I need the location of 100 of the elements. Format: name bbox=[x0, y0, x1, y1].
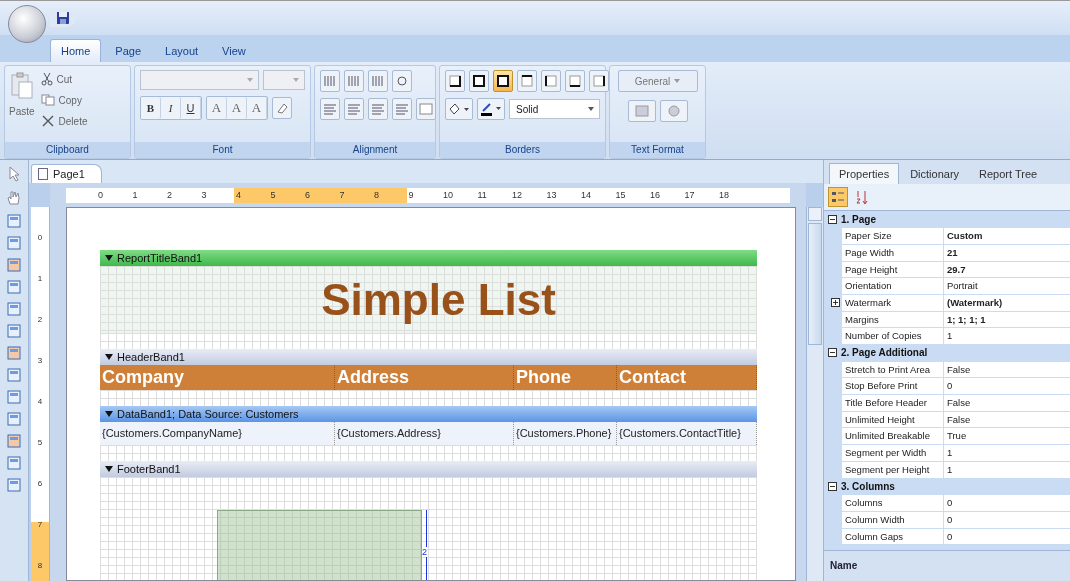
component-icon[interactable] bbox=[7, 324, 21, 338]
format-dropdown[interactable]: General bbox=[617, 70, 698, 92]
delete-button[interactable]: Delete bbox=[40, 112, 88, 130]
component-icon[interactable] bbox=[7, 214, 21, 228]
border-button[interactable] bbox=[541, 70, 561, 92]
font-size-button[interactable]: A bbox=[207, 97, 227, 119]
collapse-icon[interactable] bbox=[828, 481, 837, 491]
band-name: DataBand1; Data Source: Customers bbox=[117, 408, 299, 420]
band-header[interactable]: DataBand1; Data Source: Customers bbox=[100, 406, 757, 422]
align-button[interactable] bbox=[392, 98, 412, 120]
ruler-label: 15 bbox=[615, 190, 626, 200]
border-color-button[interactable] bbox=[477, 98, 505, 120]
border-button[interactable] bbox=[469, 70, 489, 92]
cut-button[interactable]: Cut bbox=[40, 70, 88, 88]
border-button[interactable] bbox=[517, 70, 537, 92]
ruler-label: 2 bbox=[37, 315, 43, 325]
component-icon[interactable] bbox=[7, 478, 21, 492]
ribbon-tab[interactable]: View bbox=[212, 40, 256, 62]
border-icon bbox=[473, 75, 485, 87]
border-button[interactable] bbox=[493, 70, 513, 92]
property-value[interactable]: 0 bbox=[944, 378, 1070, 395]
eraser-icon bbox=[276, 102, 288, 114]
property-value[interactable]: 1 bbox=[944, 445, 1070, 461]
font-name-field[interactable] bbox=[140, 70, 260, 90]
ruler-label: 3 bbox=[37, 356, 43, 366]
ribbon-tab[interactable]: Layout bbox=[155, 40, 209, 62]
scrollbar[interactable] bbox=[806, 207, 823, 581]
component-icon[interactable] bbox=[7, 302, 21, 316]
font-style-button[interactable]: B bbox=[141, 97, 161, 119]
collapse-icon[interactable] bbox=[828, 348, 837, 358]
property-value[interactable]: (Watermark) bbox=[944, 294, 1070, 311]
copy-button[interactable]: Copy bbox=[40, 91, 88, 109]
component-icon[interactable] bbox=[7, 368, 21, 382]
format-button[interactable] bbox=[627, 100, 656, 122]
property-value[interactable]: 0 bbox=[944, 528, 1070, 545]
eraser-button[interactable] bbox=[272, 97, 292, 119]
distribute-button[interactable] bbox=[344, 70, 364, 92]
band-header[interactable]: ReportTitleBand1 bbox=[100, 250, 757, 266]
property-name: Unlimited Height bbox=[842, 411, 944, 428]
ruler-label: 3 bbox=[201, 190, 207, 200]
paste-button[interactable]: Paste bbox=[9, 70, 35, 138]
property-value[interactable]: 1 bbox=[944, 461, 1070, 478]
panel-tab[interactable]: Dictionary bbox=[901, 164, 969, 184]
expand-icon[interactable] bbox=[830, 298, 840, 308]
border-button[interactable] bbox=[445, 70, 465, 92]
ruler-label: 13 bbox=[546, 190, 557, 200]
rotate-button[interactable] bbox=[392, 70, 412, 92]
band-header[interactable]: HeaderBand1 bbox=[100, 349, 757, 365]
categorized-button[interactable] bbox=[828, 187, 848, 207]
property-value[interactable]: False bbox=[944, 395, 1070, 411]
component-icon[interactable] bbox=[7, 412, 21, 426]
save-icon[interactable] bbox=[50, 9, 76, 27]
component-icon[interactable] bbox=[7, 346, 21, 360]
category-name: 3. Columns bbox=[841, 480, 895, 492]
property-value[interactable]: 1; 1; 1; 1 bbox=[944, 311, 1070, 328]
font-size-field[interactable] bbox=[263, 70, 305, 90]
page-tab[interactable]: Page1 bbox=[31, 164, 102, 183]
hand-icon[interactable] bbox=[6, 190, 22, 206]
panel-tab[interactable]: Report Tree bbox=[970, 164, 1047, 184]
component-icon[interactable] bbox=[7, 280, 21, 294]
line-style-dropdown[interactable]: Solid bbox=[509, 99, 600, 119]
distribute-button[interactable] bbox=[320, 70, 340, 92]
component-icon[interactable] bbox=[7, 434, 21, 448]
align-button[interactable] bbox=[344, 98, 364, 120]
collapse-icon[interactable] bbox=[828, 214, 837, 224]
list-icon bbox=[830, 189, 846, 205]
property-value[interactable]: False bbox=[944, 361, 1070, 378]
property-value[interactable]: False bbox=[944, 411, 1070, 428]
component-icon[interactable] bbox=[7, 236, 21, 250]
band-header[interactable]: FooterBand1 bbox=[100, 461, 757, 477]
distribute-button[interactable] bbox=[368, 70, 388, 92]
property-value[interactable]: 21 bbox=[944, 244, 1070, 261]
wrap-button[interactable] bbox=[416, 98, 436, 120]
property-value[interactable]: 1 bbox=[944, 328, 1070, 344]
caret-icon bbox=[247, 78, 254, 82]
component-icon[interactable] bbox=[7, 390, 21, 404]
collapse-icon bbox=[105, 354, 113, 360]
component-icon[interactable] bbox=[7, 456, 21, 470]
border-button[interactable] bbox=[589, 70, 609, 92]
square-icon bbox=[634, 105, 649, 117]
property-value[interactable]: 29.7 bbox=[944, 261, 1070, 278]
ribbon-tab[interactable]: Home bbox=[50, 39, 102, 62]
format-button[interactable] bbox=[659, 100, 688, 122]
border-button[interactable] bbox=[565, 70, 585, 92]
property-name: Margins bbox=[842, 311, 944, 328]
align-button[interactable] bbox=[320, 98, 340, 120]
panel-tab[interactable]: Properties bbox=[829, 163, 900, 184]
property-value[interactable]: Portrait bbox=[944, 278, 1070, 294]
band-name: HeaderBand1 bbox=[117, 351, 185, 363]
property-value[interactable]: 0 bbox=[944, 511, 1070, 528]
pointer-icon[interactable] bbox=[7, 166, 21, 182]
align-button[interactable] bbox=[368, 98, 388, 120]
property-value[interactable]: Custom bbox=[944, 228, 1070, 244]
ribbon-tab[interactable]: Page bbox=[105, 40, 152, 62]
dimension-label: 2 bbox=[422, 547, 427, 557]
property-value[interactable]: 0 bbox=[944, 495, 1070, 511]
fill-color-button[interactable] bbox=[445, 98, 473, 120]
property-value[interactable]: True bbox=[944, 428, 1070, 445]
scissors-icon bbox=[40, 72, 53, 86]
component-icon[interactable] bbox=[7, 258, 21, 272]
